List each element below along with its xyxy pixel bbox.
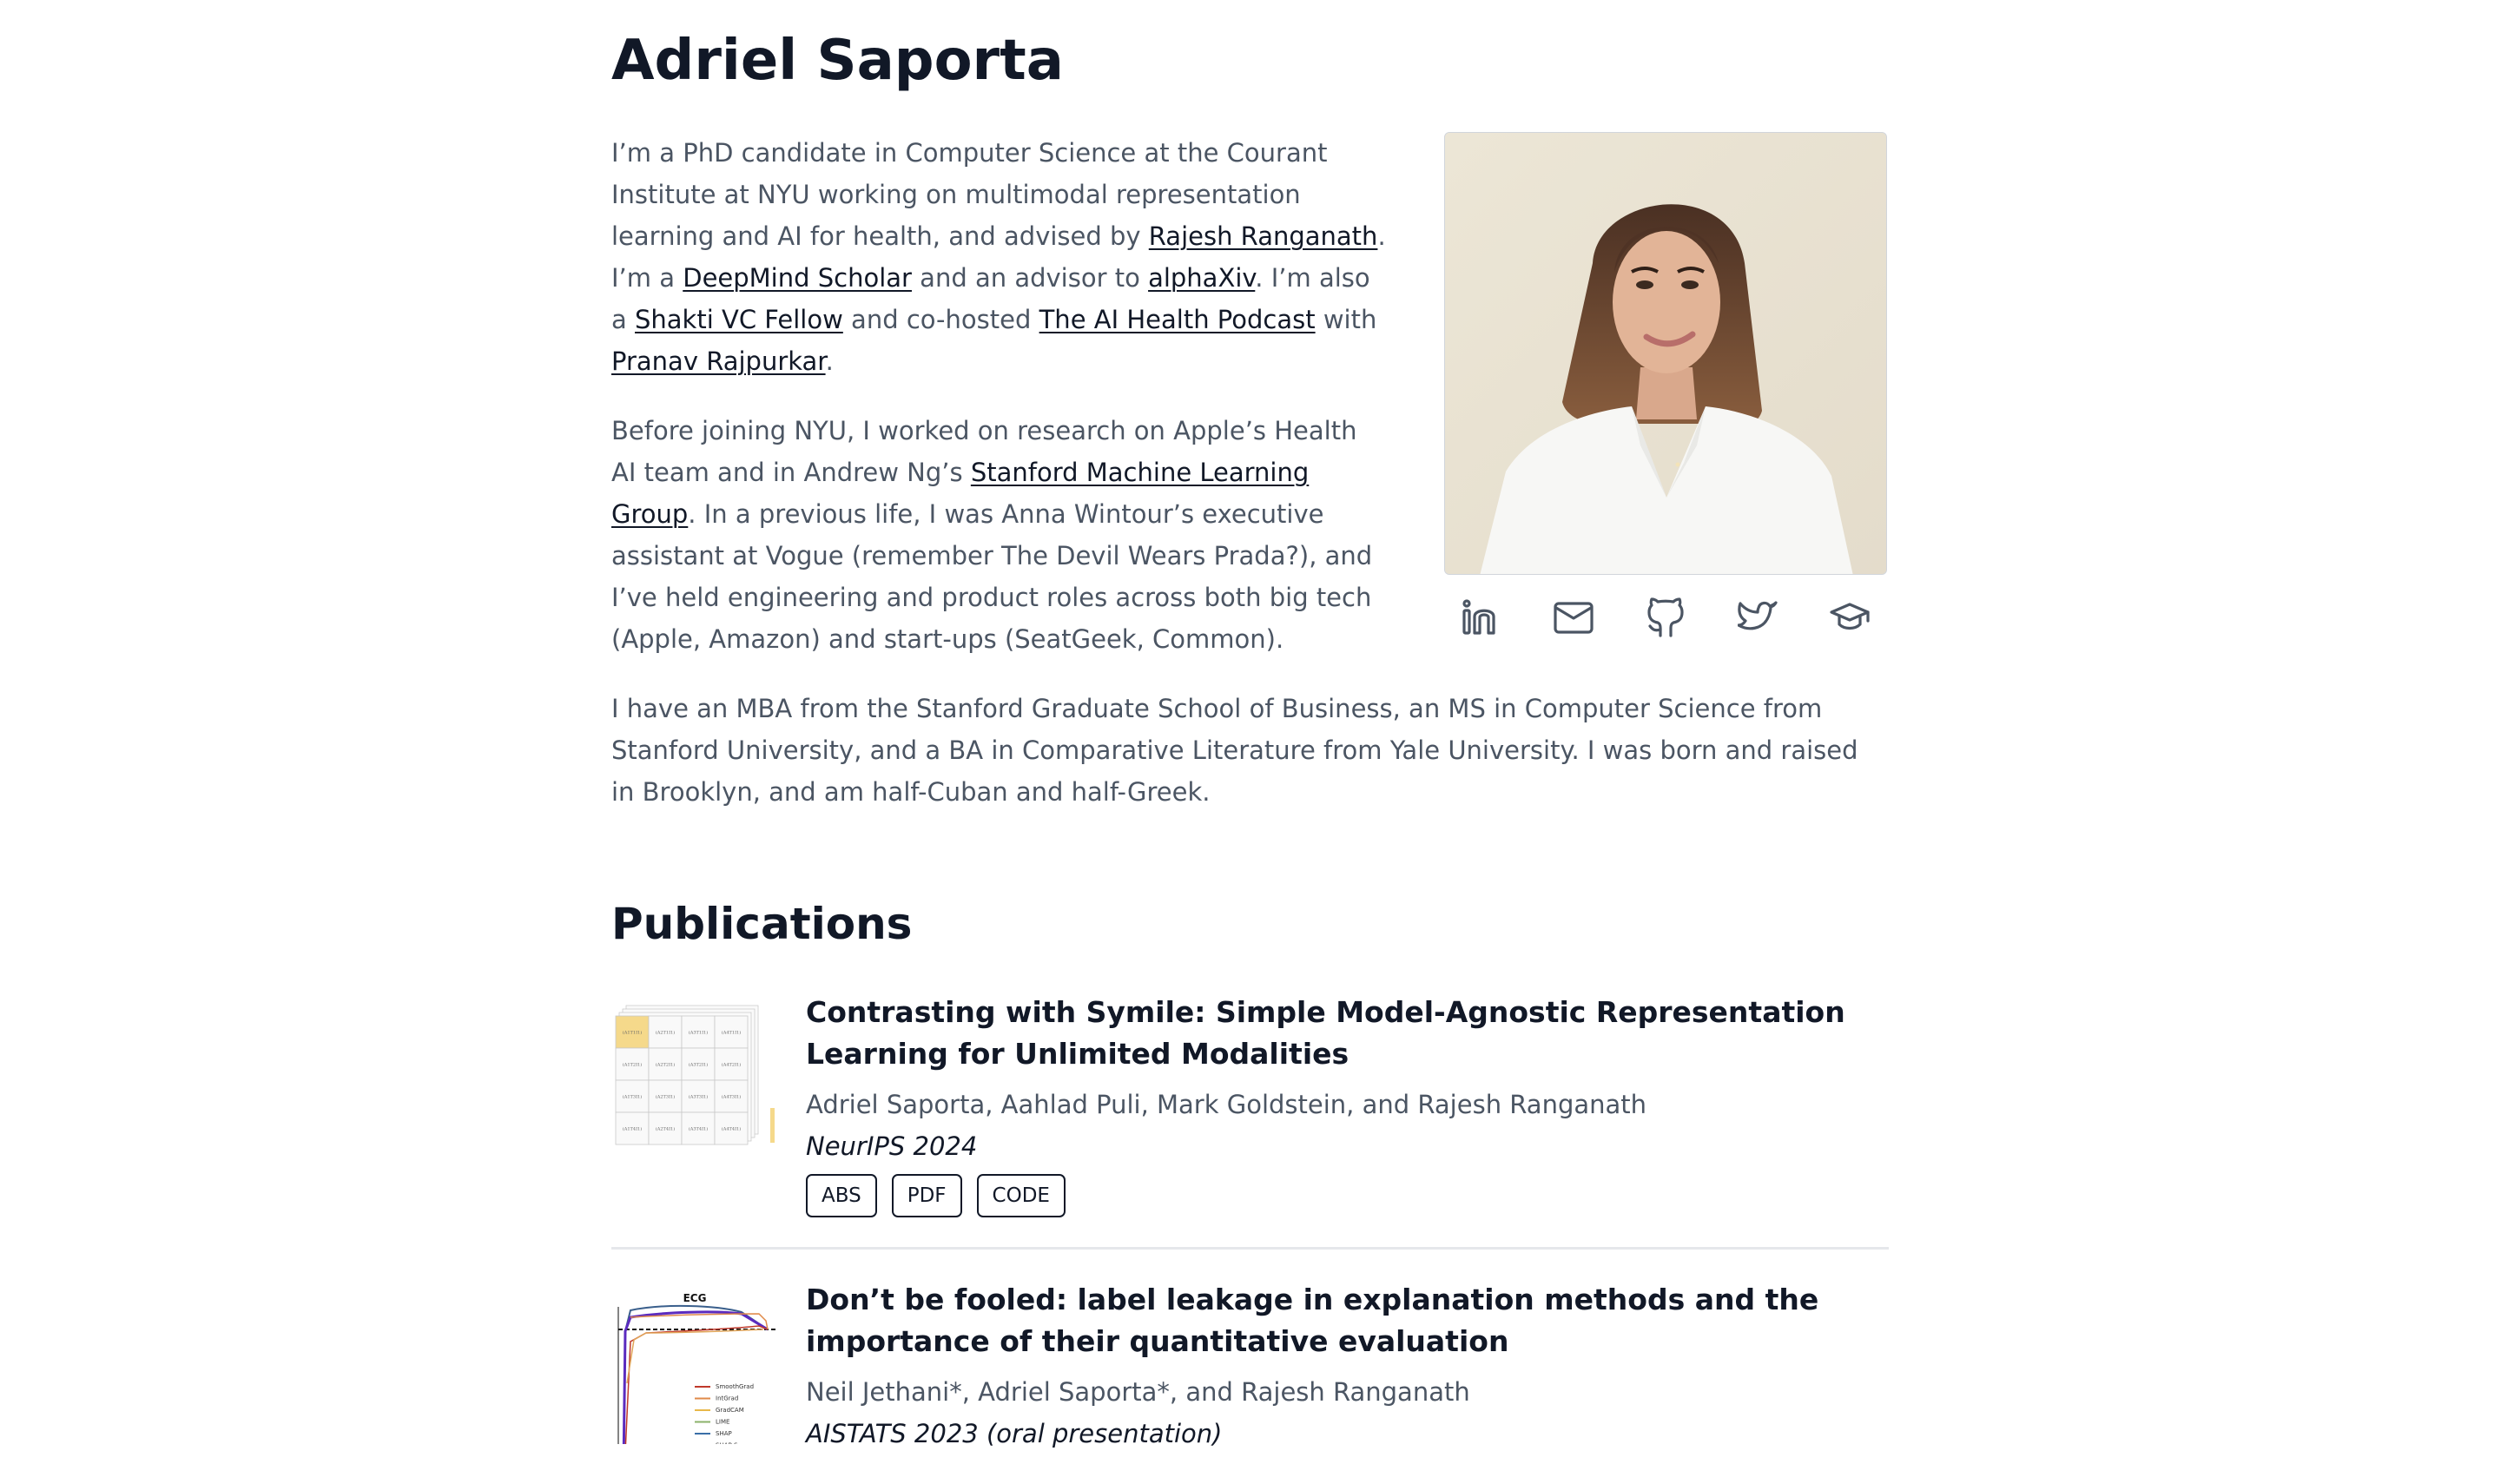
publication-thumbnail[interactable]: ECG SmoothGrad IntGrad GradCAM LIME SHAP SHAP…: [611, 1279, 776, 1444]
portrait-image: [1445, 133, 1886, 574]
bio-text: and an advisor to: [911, 263, 1149, 293]
abstract-button[interactable]: ABS: [806, 1174, 877, 1217]
linkedin-link[interactable]: [1462, 597, 1501, 637]
cube-cell-label: (A1T4I1): [623, 1126, 642, 1132]
cube-cell-label: (A2T3I1): [656, 1094, 675, 1100]
thumbnail-title: ECG: [683, 1292, 707, 1304]
code-button[interactable]: CODE: [976, 1174, 1066, 1217]
legend-label: GradCAM: [716, 1407, 744, 1414]
cube-cell-label: (A2T2I1): [656, 1062, 675, 1068]
symile-cube-figure: (A1T1I1) (A2T1I1) (A3T1I1) (A4T1I1) (A1T2I1)…: [615, 1005, 775, 1145]
publication-details: Don’t be fooled: label leakage in explan…: [806, 1279, 1889, 1454]
pdf-button[interactable]: PDF: [891, 1174, 962, 1217]
publication-buttons: ABS PDF CODE: [806, 1174, 1889, 1217]
cube-cell-label: (A1T3I1): [623, 1094, 642, 1100]
email-link[interactable]: [1554, 597, 1594, 637]
cube-cell-label: (A3T3I1): [689, 1094, 708, 1100]
linkedin-icon: [1462, 599, 1495, 635]
bio-link-deepmind-scholar[interactable]: DeepMind Scholar: [683, 263, 912, 293]
ecg-plot-figure: ECG SmoothGrad IntGrad GradCAM LIME SHAP SHAP…: [617, 1292, 776, 1445]
publication-title[interactable]: Don’t be fooled: label leakage in explan…: [806, 1279, 1889, 1362]
bio-text: and co-hosted: [842, 305, 1039, 334]
cube-cell-label: (A3T4I1): [689, 1126, 708, 1132]
bio-text: I have an MBA from the Stanford Graduate…: [611, 694, 1858, 807]
bio-link-pranav-rajpurkar[interactable]: Pranav Rajpurkar: [611, 346, 826, 376]
page-title: Adriel Saporta: [611, 29, 1064, 93]
cube-side-highlight: [770, 1108, 775, 1143]
cube-cell-label: (A3T2I1): [689, 1062, 708, 1068]
twitter-link[interactable]: [1738, 597, 1778, 637]
publication-item: ECG SmoothGrad IntGrad GradCAM LIME SHAP SHAP…: [611, 1279, 1889, 1484]
cube-cell-label: (A1T1I1): [623, 1030, 642, 1036]
bio-link-the-ai-health-podcast[interactable]: The AI Health Podcast: [1039, 305, 1316, 334]
bio-link-alphaxiv[interactable]: alphaXiv: [1148, 263, 1255, 293]
bio-link-rajesh-ranganath[interactable]: Rajesh Ranganath: [1149, 221, 1378, 251]
publication-title[interactable]: Contrasting with Symile: Simple Model-Ag…: [806, 992, 1889, 1075]
cube-cell-label: (A4T1I1): [722, 1030, 741, 1036]
about-section: I’m a PhD candidate in Computer Science …: [611, 132, 1889, 813]
mail-icon: [1554, 602, 1594, 634]
legend-label: IntGrad: [716, 1395, 738, 1402]
bio-link-shakti-vc-fellow[interactable]: Shakti VC Fellow: [635, 305, 843, 334]
cube-cell-label: (A4T2I1): [722, 1062, 741, 1068]
legend-label: LIME: [716, 1419, 729, 1426]
cube-cell-label: (A4T3I1): [722, 1094, 741, 1100]
cube-cell-label: (A1T2I1): [623, 1062, 642, 1068]
social-links: [1444, 575, 1889, 650]
publications-list: (A1T1I1) (A2T1I1) (A3T1I1) (A4T1I1) (A1T2I1)…: [611, 992, 1889, 1484]
publication-authors: Adriel Saporta, Aahlad Puli, Mark Goldst…: [806, 1090, 1647, 1119]
bio-text: . In a previous life, I was Anna Wintour…: [611, 499, 1373, 654]
publication-thumbnail[interactable]: (A1T1I1) (A2T1I1) (A3T1I1) (A4T1I1) (A1T2I1)…: [611, 992, 776, 1157]
bio-paragraph-3: I have an MBA from the Stanford Graduate…: [611, 688, 1889, 813]
cube-cell-label: (A3T1I1): [689, 1030, 708, 1036]
publications-heading: Publications: [611, 899, 913, 949]
profile-photo: [1444, 132, 1887, 575]
publication-item: (A1T1I1) (A2T1I1) (A3T1I1) (A4T1I1) (A1T2I1)…: [611, 992, 1889, 1250]
legend-label: SHAP-S: [716, 1442, 738, 1445]
cube-cell-label: (A4T4I1): [722, 1126, 741, 1132]
graduation-cap-icon: [1830, 603, 1870, 630]
github-icon: [1647, 597, 1684, 637]
page: Adriel Saporta I’m a PhD candidate in Co…: [611, 0, 1889, 1484]
bio-text: with: [1315, 305, 1377, 334]
legend-label: SHAP: [716, 1430, 732, 1437]
publication-details: Contrasting with Symile: Simple Model-Ag…: [806, 992, 1889, 1217]
github-link[interactable]: [1646, 597, 1686, 637]
bio-text: .: [825, 346, 834, 376]
twitter-icon: [1738, 601, 1778, 630]
profile-card: [1444, 132, 1889, 650]
publication-venue: AISTATS 2023 (oral presentation): [806, 1419, 1223, 1448]
legend-label: SmoothGrad: [716, 1383, 754, 1390]
google-scholar-link[interactable]: [1830, 597, 1870, 637]
cube-cell-label: (A2T1I1): [656, 1030, 675, 1036]
publication-venue: NeurIPS 2024: [806, 1131, 978, 1161]
cube-cell-label: (A2T4I1): [656, 1126, 675, 1132]
